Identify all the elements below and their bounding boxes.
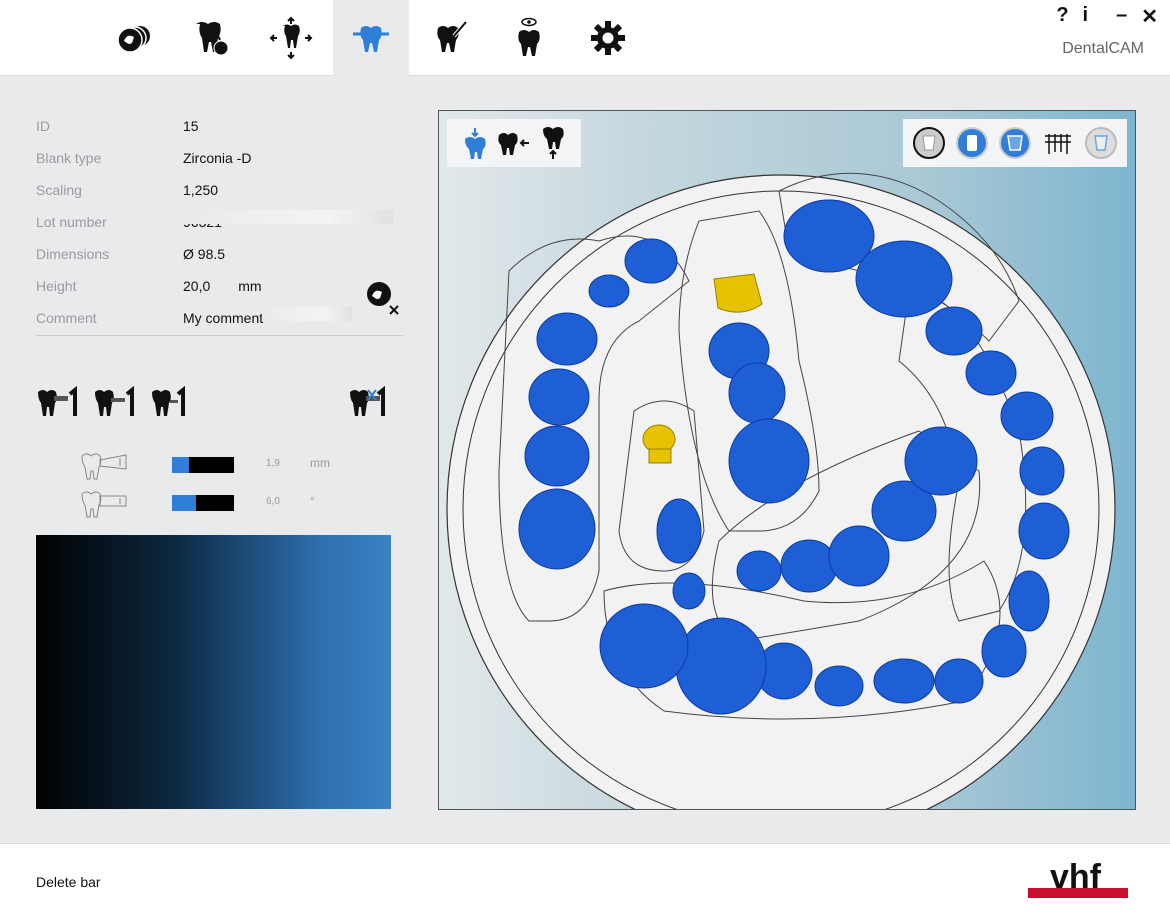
bar-angle-value: 6,0 xyxy=(266,496,280,507)
blank-solid-icon xyxy=(955,127,988,159)
tooth-top-view-icon xyxy=(464,128,486,159)
height-field[interactable]: 20,0 xyxy=(183,278,210,294)
tool-tooth-view[interactable] xyxy=(491,0,567,76)
bar-mode-three-icon[interactable] xyxy=(150,386,198,420)
main-toolbar: ? i – ✕ DentalCAM xyxy=(0,0,1170,76)
tooth-bottom-view-icon xyxy=(543,127,564,159)
prop-label: Blank type xyxy=(36,150,102,166)
bar-angle-row: 6,0 ° xyxy=(80,488,360,518)
tooth-mill-icon xyxy=(437,20,468,52)
blank-stack-icon xyxy=(117,26,150,53)
tooth-support-bar-icon xyxy=(353,26,389,52)
prop-value-dimensions: Ø 98.5 xyxy=(183,246,226,262)
display-transparent-button[interactable] xyxy=(1083,125,1119,161)
prop-row-height: Height 20,0 mm xyxy=(36,270,404,302)
lot-number-field-bg xyxy=(183,210,393,224)
prop-value-blank-type: Zirconia -D xyxy=(183,150,252,166)
bar-preview xyxy=(36,535,391,809)
comment-field[interactable]: My comment xyxy=(183,310,263,326)
tool-settings[interactable] xyxy=(570,0,646,76)
bar-diameter-row: 1,9 mm xyxy=(80,450,360,480)
bar-diameter-slider[interactable] xyxy=(172,457,234,473)
bar-angle-unit: ° xyxy=(310,494,315,508)
view-toolbar-left xyxy=(447,119,581,167)
prop-label: Dimensions xyxy=(36,246,110,262)
prop-row-scaling: Scaling 1,250 xyxy=(36,174,404,206)
display-bridge-button[interactable] xyxy=(1040,125,1076,161)
tool-tooth-support-bar[interactable] xyxy=(333,0,409,76)
prop-label: Scaling xyxy=(36,182,82,198)
tool-blank-stack[interactable] xyxy=(96,0,172,76)
prop-label: Lot number xyxy=(36,214,107,230)
tool-tooth-move[interactable] xyxy=(253,0,329,76)
tool-tooth-blank-assign[interactable] xyxy=(174,0,250,76)
prop-value-id: 15 xyxy=(183,118,199,134)
blank-outline-icon xyxy=(912,127,945,159)
bar-mode-one-icon[interactable] xyxy=(36,386,84,420)
minimize-button[interactable]: – xyxy=(1116,4,1127,29)
display-crown-button[interactable] xyxy=(997,125,1033,161)
comment-field-bg xyxy=(262,307,352,321)
transparent-view-icon xyxy=(1085,127,1118,159)
app-brand: DentalCAM xyxy=(1062,40,1144,57)
display-blank-button[interactable] xyxy=(911,125,947,161)
bar-diameter-value: 1,9 xyxy=(266,458,280,469)
delete-bar-icon[interactable] xyxy=(348,386,396,420)
status-footer: Delete bar vhf xyxy=(0,843,1170,920)
bridge-view-icon xyxy=(1045,134,1072,154)
view-top-button[interactable] xyxy=(457,125,493,161)
prop-label: ID xyxy=(36,118,50,134)
prop-value-scaling: 1,250 xyxy=(183,182,219,198)
vhf-logo: vhf xyxy=(1028,860,1128,898)
blank-scene xyxy=(446,172,1116,809)
section-divider xyxy=(36,335,403,336)
gear-icon xyxy=(591,21,625,55)
close-button[interactable]: ✕ xyxy=(1141,4,1158,29)
help-button[interactable]: ? xyxy=(1056,4,1068,29)
prop-label: Comment xyxy=(36,310,97,326)
view-toolbar-right xyxy=(903,119,1127,167)
tooth-blank-assign-icon xyxy=(196,22,229,56)
tooth-view-icon xyxy=(518,17,540,56)
tooth-bar-angle-icon xyxy=(81,491,127,518)
tooth-side-view-icon xyxy=(498,133,529,155)
height-unit: mm xyxy=(238,278,262,294)
view-bottom-button[interactable] xyxy=(535,125,571,161)
prop-row-id: ID 15 xyxy=(36,110,404,142)
slider-fill xyxy=(172,495,196,511)
tooth-move-icon xyxy=(269,16,313,60)
tool-tooth-mill[interactable] xyxy=(412,0,488,76)
crown-view-icon xyxy=(998,127,1031,159)
window-controls: ? i – ✕ xyxy=(1056,4,1158,29)
slider-fill xyxy=(172,457,189,473)
bar-diameter-unit: mm xyxy=(310,456,330,470)
prop-row-blank-type: Blank type Zirconia -D xyxy=(36,142,404,174)
bar-mode-two-icon[interactable] xyxy=(93,386,141,420)
tooth-bar-diameter-icon xyxy=(81,453,127,480)
prop-row-dimensions: Dimensions Ø 98.5 xyxy=(36,238,404,270)
svg-text:vhf: vhf xyxy=(1050,860,1102,896)
prop-label: Height xyxy=(36,278,77,294)
view-side-button[interactable] xyxy=(496,125,532,161)
info-button[interactable]: i xyxy=(1083,4,1089,29)
blank-remove-icon[interactable] xyxy=(364,280,404,316)
blank-3d-viewer[interactable] xyxy=(438,110,1136,810)
display-solid-button[interactable] xyxy=(954,125,990,161)
bar-angle-slider[interactable] xyxy=(172,495,234,511)
status-text: Delete bar xyxy=(36,874,101,890)
